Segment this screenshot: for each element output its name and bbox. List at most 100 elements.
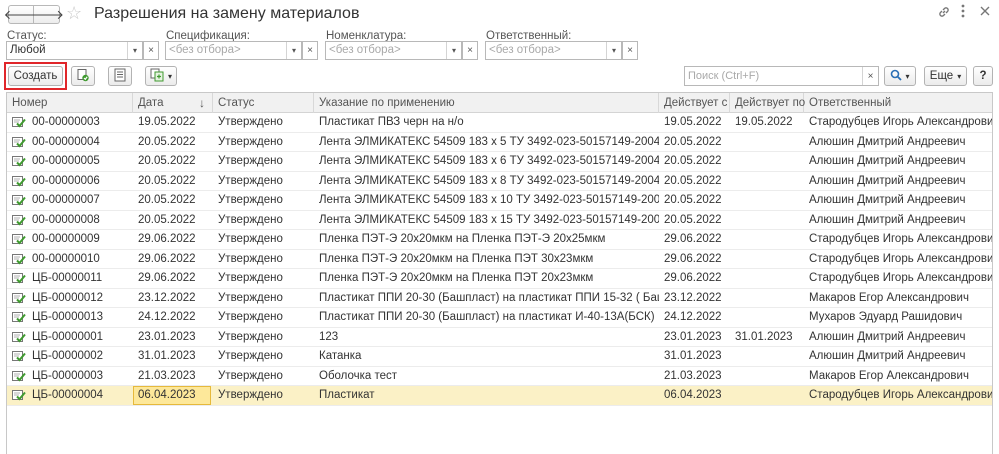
status-filter-field[interactable]: Любой ▾ <box>6 41 143 60</box>
cell-number: ЦБ-00000001 <box>32 330 104 343</box>
specification-filter-field[interactable]: <без отбора> ▾ <box>165 41 302 60</box>
specification-filter-clear-button[interactable]: × <box>302 41 318 60</box>
search-button[interactable]: ▾ <box>884 66 916 86</box>
search-placeholder: Поиск (Ctrl+F) <box>688 70 760 82</box>
responsible-filter-placeholder: <без отбора> <box>489 44 561 56</box>
cell-status: Утверждено <box>218 155 283 167</box>
cell-responsible: Стародубцев Игорь Александрович <box>809 116 993 128</box>
cell-valid-from: 23.01.2023 <box>664 330 722 343</box>
table-row[interactable]: ЦБ-00000001 23.01.2023 Утверждено 123 23.01.… <box>7 328 992 347</box>
column-header-date[interactable]: Дата ↓ <box>133 93 213 113</box>
more-button-label: Еще <box>929 70 954 82</box>
more-button[interactable]: Еще ▾ <box>924 66 967 86</box>
column-header-valid-from[interactable]: Действует с <box>659 93 730 113</box>
cell-responsible: Алюшин Дмитрий Андреевич <box>809 213 966 226</box>
table-row[interactable]: ЦБ-00000002 31.01.2023 Утверждено Катанка 31… <box>7 347 992 367</box>
document-approved-icon <box>12 253 26 265</box>
table-row[interactable]: ЦБ-00000003 21.03.2023 Утверждено Оболочка … <box>7 367 992 386</box>
table-row[interactable]: ЦБ-00000011 29.06.2022 Утверждено Пленка ПЭ… <box>7 269 992 289</box>
table-row[interactable]: 00-00000008 20.05.2022 Утверждено Лента ЭЛМ… <box>7 211 992 230</box>
create-based-on-button[interactable]: ▾ <box>145 66 177 86</box>
table-row[interactable]: 00-00000006 20.05.2022 Утверждено Лента ЭЛМ… <box>7 172 992 191</box>
help-button[interactable]: ? <box>973 66 993 86</box>
table-row[interactable]: 00-00000010 29.06.2022 Утверждено Пленка ПЭ… <box>7 250 992 269</box>
chevron-down-icon[interactable]: ▾ <box>286 42 301 59</box>
cell-instruction: Пластикат <box>319 389 375 401</box>
table-row[interactable]: 00-00000005 20.05.2022 Утверждено Лента ЭЛМ… <box>7 152 992 172</box>
column-header-status[interactable]: Статус <box>213 93 314 113</box>
cell-valid-to <box>730 269 804 288</box>
cell-status: Утверждено <box>218 369 283 382</box>
cell-valid-from: 29.06.2022 <box>664 252 722 265</box>
cell-responsible: Стародубцев Игорь Александрович <box>809 389 993 401</box>
cell-valid-from: 21.03.2023 <box>664 369 722 382</box>
cell-instruction: Лента ЭЛМИКАТЕКС 54509 183 х 8 ТУ 3492-0… <box>319 174 659 187</box>
clear-icon: × <box>867 70 874 82</box>
cell-instruction: Лента ЭЛМИКАТЕКС 54509 183 х 15 ТУ 3492-… <box>319 213 659 226</box>
cell-valid-to <box>730 191 804 210</box>
cell-status: Утверждено <box>218 233 283 245</box>
cell-responsible: Алюшин Дмитрий Андреевич <box>809 350 966 362</box>
cell-valid-to <box>730 289 804 308</box>
cell-status: Утверждено <box>218 291 283 304</box>
column-header-valid-to[interactable]: Действует по <box>730 93 805 113</box>
chevron-down-icon[interactable]: ▾ <box>606 42 621 59</box>
document-approved-icon <box>12 234 26 245</box>
cell-valid-to: 31.01.2023 <box>735 330 793 343</box>
list-button[interactable] <box>108 66 132 86</box>
search-clear-button[interactable]: × <box>862 67 878 85</box>
column-header-responsible[interactable]: Ответственный <box>804 93 992 113</box>
create-button[interactable]: Создать <box>8 66 63 86</box>
column-header-instruction[interactable]: Указание по применению <box>314 93 659 113</box>
cell-responsible: Алюшин Дмитрий Андреевич <box>809 135 966 148</box>
table-row[interactable]: ЦБ-00000013 24.12.2022 Утверждено Пластикат… <box>7 308 992 328</box>
responsible-filter-field[interactable]: <без отбора> ▾ <box>485 41 622 60</box>
cell-valid-to <box>730 172 804 191</box>
document-approved-icon <box>12 195 26 206</box>
search-input[interactable]: Поиск (Ctrl+F) × <box>684 66 879 86</box>
favorite-star-icon[interactable]: ☆ <box>66 3 82 24</box>
cell-instruction: Оболочка тест <box>319 369 398 382</box>
cell-instruction: Пластикат ППИ 20-30 (Башпласт) на пласти… <box>319 311 655 323</box>
clear-icon: × <box>627 45 633 56</box>
status-filter-clear-button[interactable]: × <box>143 41 159 60</box>
table-row[interactable]: ЦБ-00000004 06.04.2023 Утверждено Пластикат… <box>7 386 993 406</box>
cell-date: 20.05.2022 <box>138 174 196 187</box>
cell-instruction: 123 <box>319 330 339 343</box>
document-approved-icon <box>12 156 26 167</box>
cell-status: Утверждено <box>218 330 283 343</box>
more-vertical-icon[interactable] <box>960 3 966 22</box>
forward-button[interactable]: 🡒 <box>29 5 64 24</box>
table-row[interactable]: 00-00000003 19.05.2022 Утверждено Пластикат… <box>7 113 993 133</box>
table-row[interactable]: 00-00000007 20.05.2022 Утверждено Лента ЭЛМ… <box>7 191 992 211</box>
chevron-down-icon[interactable]: ▾ <box>127 42 142 59</box>
cell-number: 00-00000008 <box>32 213 100 226</box>
table-row[interactable]: 00-00000009 29.06.2022 Утверждено Пленка ПЭ… <box>7 230 992 250</box>
nomenclature-filter-clear-button[interactable]: × <box>462 41 478 60</box>
cell-instruction: Пленка ПЭТ-Э 20х20мкм на Пленка ПЭТ 30х2… <box>319 252 594 265</box>
cell-responsible: Алюшин Дмитрий Андреевич <box>809 155 966 167</box>
document-approved-icon <box>12 273 26 284</box>
close-window-icon[interactable] <box>979 4 991 20</box>
clear-icon: × <box>307 45 313 56</box>
cell-valid-from: 20.05.2022 <box>664 213 722 226</box>
table-row[interactable]: 00-00000004 20.05.2022 Утверждено Лента ЭЛМ… <box>7 133 992 152</box>
cell-valid-to <box>730 308 804 327</box>
cell-instruction: Катанка <box>319 350 362 362</box>
copy-document-icon <box>76 68 90 85</box>
link-icon[interactable] <box>937 5 951 22</box>
cell-instruction: Пластикат ПВЗ черн на н/о <box>319 116 464 128</box>
table-row[interactable]: ЦБ-00000012 23.12.2022 Утверждено Пластикат… <box>7 289 992 308</box>
cell-number: ЦБ-00000002 <box>32 350 104 362</box>
responsible-filter-clear-button[interactable]: × <box>622 41 638 60</box>
materials-replacement-table[interactable]: Номер Дата ↓ Статус Указание по применен… <box>6 92 993 454</box>
cell-instruction: Пленка ПЭТ-Э 20х20мкм на Пленка ПЭТ-Э 20… <box>319 233 606 245</box>
cell-status: Утверждено <box>218 350 283 362</box>
cell-number: ЦБ-00000013 <box>32 311 104 323</box>
chevron-down-icon[interactable]: ▾ <box>446 42 461 59</box>
copy-document-button[interactable] <box>71 66 95 86</box>
clear-icon: × <box>467 45 473 56</box>
column-header-number[interactable]: Номер <box>7 93 133 113</box>
cell-valid-from: 20.05.2022 <box>664 155 722 167</box>
nomenclature-filter-field[interactable]: <без отбора> ▾ <box>325 41 462 60</box>
